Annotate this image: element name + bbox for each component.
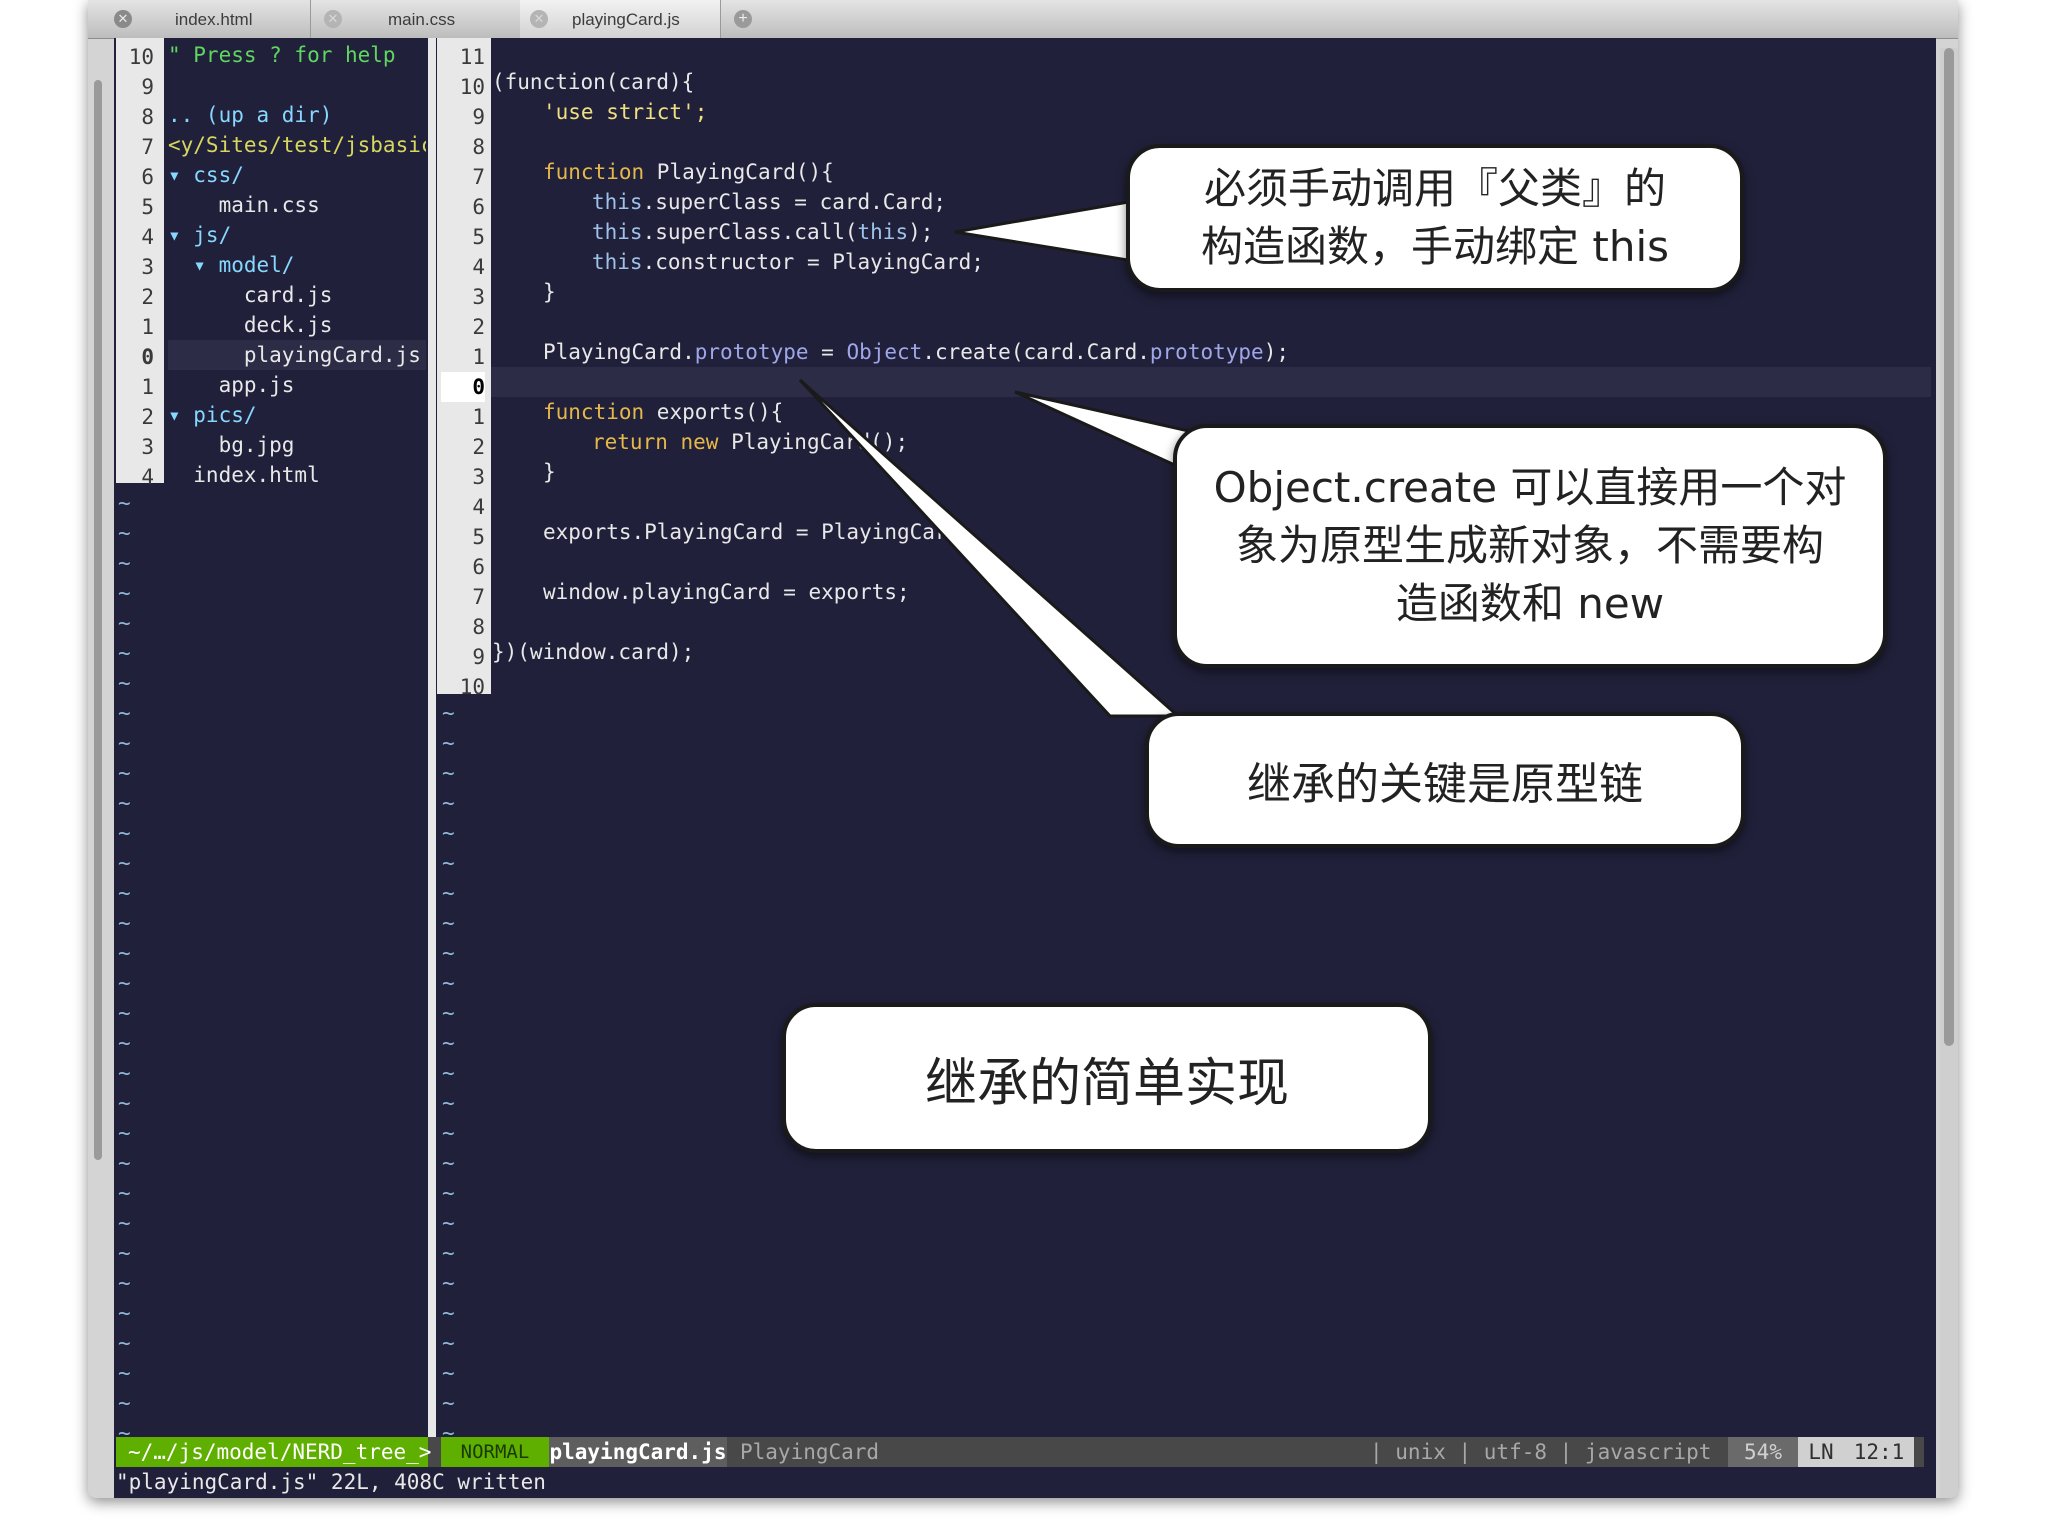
callout-text: 必须手动调用『父类』的 <box>1203 164 1666 213</box>
callout-text: 构造函数，手动绑定 this <box>1201 222 1669 271</box>
callout-text: Object.create 可以直接用一个对 <box>1213 463 1847 512</box>
callout-1-pointer <box>954 198 1142 264</box>
callout-title: 继承的简单实现 <box>782 1003 1432 1153</box>
callout-prototype-chain: 继承的关键是原型链 <box>1145 712 1745 848</box>
callout-text: 象为原型生成新对象，不需要构 <box>1235 521 1824 570</box>
callout-object-create: Object.create 可以直接用一个对 象为原型生成新对象，不需要构 造函数和… <box>1173 424 1887 668</box>
callout-text: 造函数和 new <box>1395 579 1665 628</box>
callout-text: 继承的简单实现 <box>924 1053 1289 1114</box>
callout-text: 继承的关键是原型链 <box>1247 759 1643 810</box>
callout-superclass: 必须手动调用『父类』的 构造函数，手动绑定 this <box>1126 144 1744 292</box>
